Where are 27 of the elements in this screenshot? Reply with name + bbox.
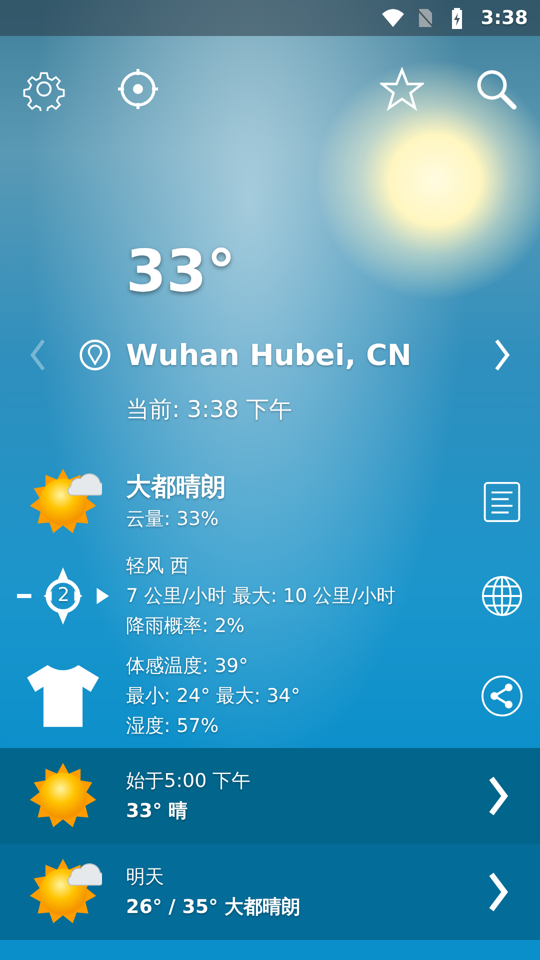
star-icon[interactable] [380, 67, 424, 111]
detail-text: 降雨概率: 2% [126, 614, 246, 639]
clock: 3:38 [480, 7, 528, 29]
detail-text: 最小: 24° 最大: 34° [126, 684, 302, 709]
document-icon[interactable] [481, 481, 523, 523]
t-shirt-icon [27, 665, 99, 727]
share-icon[interactable] [481, 675, 523, 717]
detail-text: 湿度: 57% [126, 714, 220, 739]
chevron-right-icon[interactable] [492, 337, 512, 373]
location-pin-icon [78, 338, 112, 372]
current-temperature: 33° [125, 236, 237, 300]
detail-text: 7 公里/小时 最大: 10 公里/小时 [126, 584, 397, 609]
globe-icon[interactable] [481, 575, 523, 617]
forecast-row[interactable]: 明天 26° / 35° 大都晴朗 [0, 844, 540, 940]
wind-direction-icon [17, 565, 109, 627]
forecast-title: 始于5:00 下午 [126, 769, 252, 794]
updated-time: 当前: 3:38 下午 [125, 396, 294, 425]
forecast-row[interactable]: 始于5:00 下午 33° 晴 [0, 748, 540, 844]
forecast-summary: 33° 晴 [126, 799, 189, 824]
detail-text: 体感温度: 39° [126, 654, 250, 679]
detail-text: 轻风 西 [126, 554, 190, 579]
wind-speed-number: 2 [56, 583, 71, 607]
forecast-summary: 26° / 35° 大都晴朗 [126, 895, 302, 920]
detail-text: 大都晴朗 [126, 471, 227, 503]
forecast-title: 明天 [126, 865, 165, 890]
locate-icon[interactable] [116, 67, 160, 111]
detail-text: 云量: 33% [126, 507, 220, 532]
